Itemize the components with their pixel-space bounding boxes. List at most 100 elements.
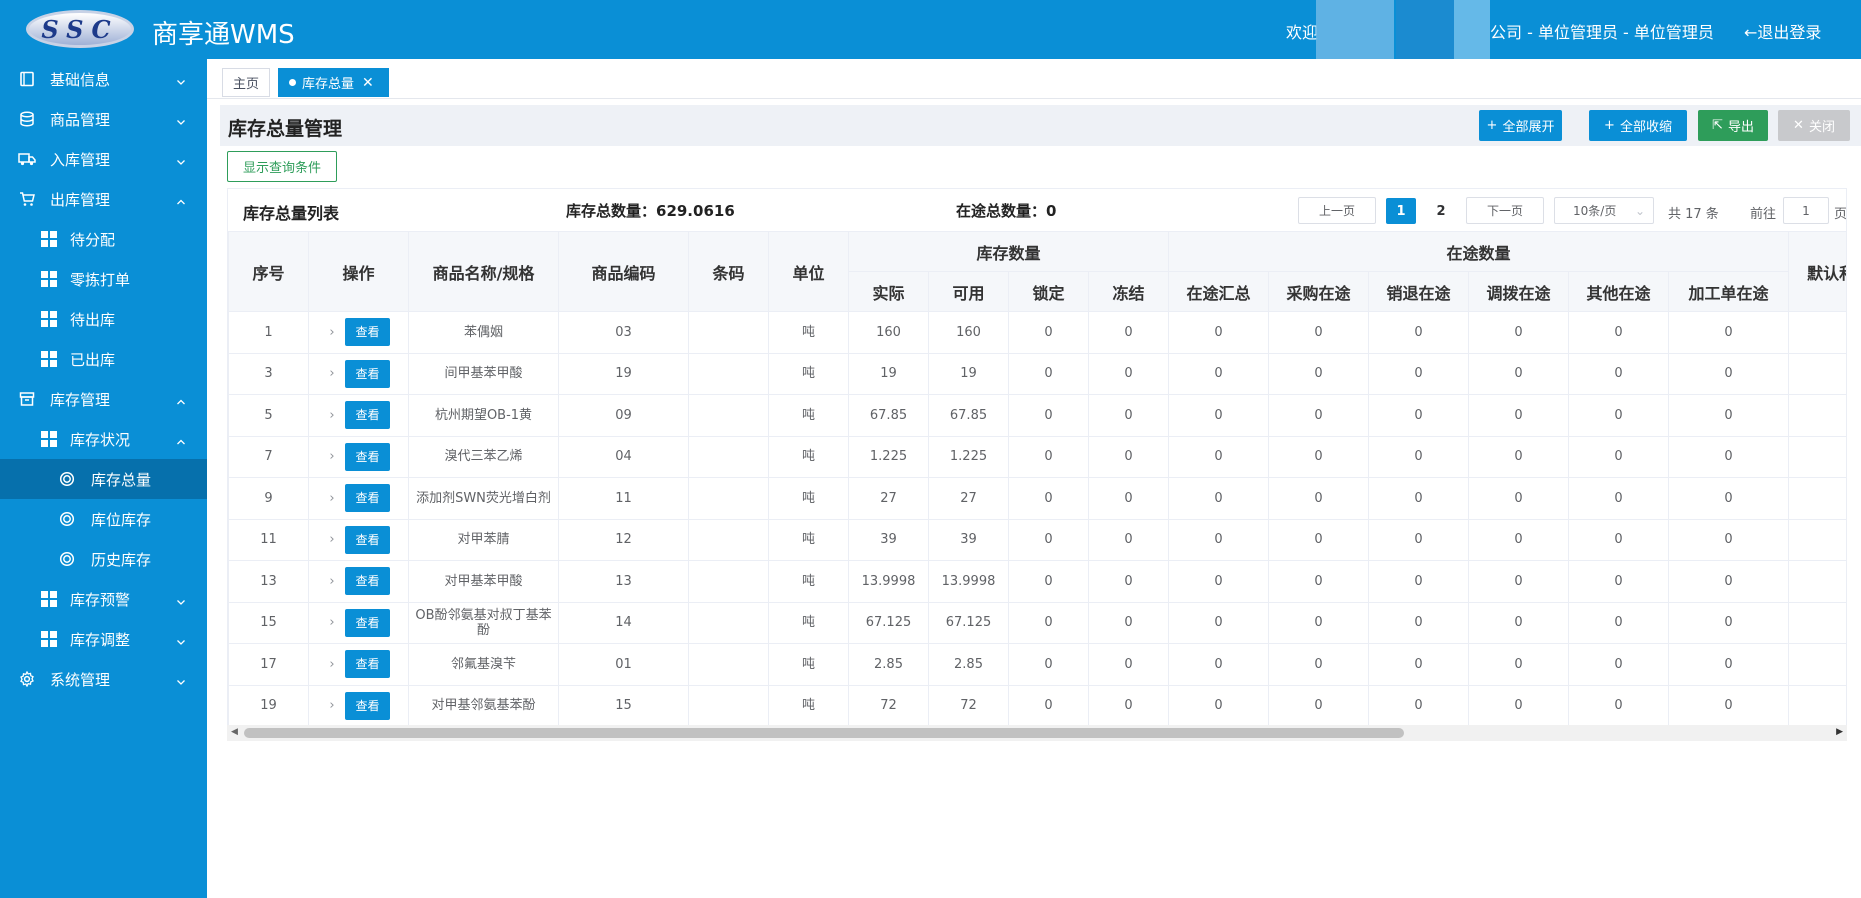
- expand-row-icon[interactable]: ›: [327, 491, 337, 506]
- table-cell: 吨: [768, 477, 849, 520]
- col-header-transit-sum: 在途汇总: [1168, 271, 1270, 312]
- table-cell: 0: [1268, 560, 1370, 603]
- sidebar-item-12[interactable]: 历史库存: [0, 539, 207, 579]
- expand-row-icon[interactable]: ›: [327, 615, 337, 630]
- expand-row-icon[interactable]: ›: [327, 532, 337, 547]
- export-button[interactable]: ⇱ 导出: [1698, 110, 1768, 141]
- tab-stock-total[interactable]: 库存总量 ✕: [278, 68, 389, 97]
- sidebar-item-15[interactable]: 系统管理: [0, 659, 207, 699]
- expand-row-icon[interactable]: ›: [327, 325, 337, 340]
- col-header-actual: 实际: [848, 271, 929, 312]
- scroll-left-icon[interactable]: ◀: [231, 727, 238, 737]
- table-cell: 13: [558, 560, 689, 603]
- view-button[interactable]: 查看: [345, 567, 390, 596]
- sidebar-item-0[interactable]: 基础信息: [0, 59, 207, 99]
- table-cell: 67.85: [848, 394, 929, 437]
- row-actions: › 查看: [308, 560, 409, 603]
- expand-all-button[interactable]: + 全部展开: [1479, 110, 1562, 141]
- table-cell: 0: [1008, 684, 1089, 727]
- expand-row-icon[interactable]: ›: [327, 408, 337, 423]
- box-icon: [18, 390, 36, 408]
- view-button[interactable]: 查看: [345, 442, 390, 471]
- expand-row-icon[interactable]: ›: [327, 574, 337, 589]
- table-cell: 0: [1668, 560, 1790, 603]
- close-button[interactable]: ✕ 关闭: [1778, 110, 1850, 141]
- sidebar-item-10[interactable]: 库存总量: [0, 459, 207, 499]
- table-cell: [1788, 352, 1846, 395]
- table-cell: [1788, 643, 1846, 686]
- table-row: 7 › 查看 溴代三苯乙烯 04 吨 1.225 1.225 0 0 0 0 0 0 0 0: [228, 435, 1846, 478]
- sidebar-item-3[interactable]: 出库管理: [0, 179, 207, 219]
- sidebar-item-13[interactable]: 库存预警: [0, 579, 207, 619]
- view-button[interactable]: 查看: [345, 650, 390, 679]
- sidebar-item-14[interactable]: 库存调整: [0, 619, 207, 659]
- sidebar-item-9[interactable]: 库存状况: [0, 419, 207, 459]
- sidebar-item-4[interactable]: 待分配: [0, 219, 207, 259]
- table-cell: 0: [1368, 684, 1470, 727]
- table-cell: 0: [1087, 311, 1170, 354]
- table-cell: 1.225: [848, 435, 929, 478]
- expand-row-icon[interactable]: ›: [327, 366, 337, 381]
- prev-page-button[interactable]: 上一页: [1298, 197, 1376, 224]
- show-query-button[interactable]: 显示查询条件: [227, 151, 337, 182]
- page-1-button[interactable]: 1: [1386, 198, 1416, 224]
- collapse-all-button[interactable]: + 全部收缩: [1589, 110, 1687, 141]
- sidebar-item-6[interactable]: 待出库: [0, 299, 207, 339]
- view-button[interactable]: 查看: [345, 608, 390, 637]
- database-icon: [18, 110, 36, 128]
- table-cell: 0: [1168, 560, 1270, 603]
- view-button[interactable]: 查看: [345, 359, 390, 388]
- page-size-select[interactable]: 10条/页 ⌄: [1554, 197, 1654, 224]
- stock-table: 序号 操作 商品名称/规格 商品编码 条码 单位 库存数量 在途数量 默认和 实…: [228, 231, 1846, 727]
- table-row: 5 › 查看 杭州期望OB-1黄 09 吨 67.85 67.85 0 0 0 0 0 0 0 0: [228, 394, 1846, 437]
- view-button[interactable]: 查看: [345, 401, 390, 430]
- table-cell: 15: [228, 601, 309, 644]
- logout-link[interactable]: ←退出登录: [1744, 19, 1821, 43]
- sidebar-item-2[interactable]: 入库管理: [0, 139, 207, 179]
- view-button[interactable]: 查看: [345, 525, 390, 554]
- sidebar-item-5[interactable]: 零拣打单: [0, 259, 207, 299]
- sidebar-item-11[interactable]: 库位库存: [0, 499, 207, 539]
- table-cell: 溴代三苯乙烯: [408, 435, 559, 478]
- view-button[interactable]: 查看: [345, 691, 390, 720]
- book-icon: [18, 70, 36, 88]
- table-cell: [688, 394, 769, 437]
- expand-row-icon[interactable]: ›: [327, 657, 337, 672]
- sidebar-item-7[interactable]: 已出库: [0, 339, 207, 379]
- next-page-button[interactable]: 下一页: [1466, 197, 1544, 224]
- expand-row-icon[interactable]: ›: [327, 449, 337, 464]
- redacted-area: [1454, 0, 1490, 59]
- col-group-transit: 在途数量: [1168, 231, 1790, 272]
- expand-row-icon[interactable]: ›: [327, 698, 337, 713]
- table-cell: 0: [1168, 477, 1270, 520]
- table-cell: 吨: [768, 435, 849, 478]
- table-cell: OB酚邻氨基对叔丁基苯酚: [408, 601, 559, 644]
- sidebar-item-label: 库存预警: [70, 590, 131, 609]
- goto-page-input[interactable]: 1: [1783, 197, 1829, 224]
- page-2-button[interactable]: 2: [1426, 198, 1456, 224]
- col-header-name: 商品名称/规格: [408, 231, 559, 312]
- top-header: SSC 商享通WMS 欢迎 公司 - 单位管理员 - 单位管理员 ←退出登录: [0, 0, 1861, 59]
- table-cell: [688, 477, 769, 520]
- scroll-right-icon[interactable]: ▶: [1836, 727, 1843, 737]
- cart-icon: [18, 190, 36, 208]
- tab-label: 库存总量: [302, 77, 355, 92]
- tab-home[interactable]: 主页: [222, 68, 270, 97]
- table-cell: 0: [1268, 601, 1370, 644]
- table-cell: 11: [228, 518, 309, 561]
- table-cell: 0: [1568, 518, 1670, 561]
- sidebar-item-8[interactable]: 库存管理: [0, 379, 207, 419]
- view-button[interactable]: 查看: [345, 318, 390, 347]
- horizontal-scrollbar[interactable]: ◀ ▶: [227, 725, 1847, 741]
- table-cell: [1788, 477, 1846, 520]
- close-icon[interactable]: ✕: [362, 75, 374, 91]
- table-cell: 67.85: [928, 394, 1009, 437]
- scrollbar-thumb[interactable]: [244, 728, 1404, 738]
- view-button[interactable]: 查看: [345, 484, 390, 513]
- table-row: 13 › 查看 对甲基苯甲酸 13 吨 13.9998 13.9998 0 0 0 0 0 0 0 0: [228, 560, 1846, 603]
- circle-icon: [58, 470, 76, 488]
- stock-total: 库存总数量：629.0616: [566, 202, 735, 220]
- table-cell: 0: [1668, 352, 1790, 395]
- gear-icon: [18, 670, 36, 688]
- sidebar-item-1[interactable]: 商品管理: [0, 99, 207, 139]
